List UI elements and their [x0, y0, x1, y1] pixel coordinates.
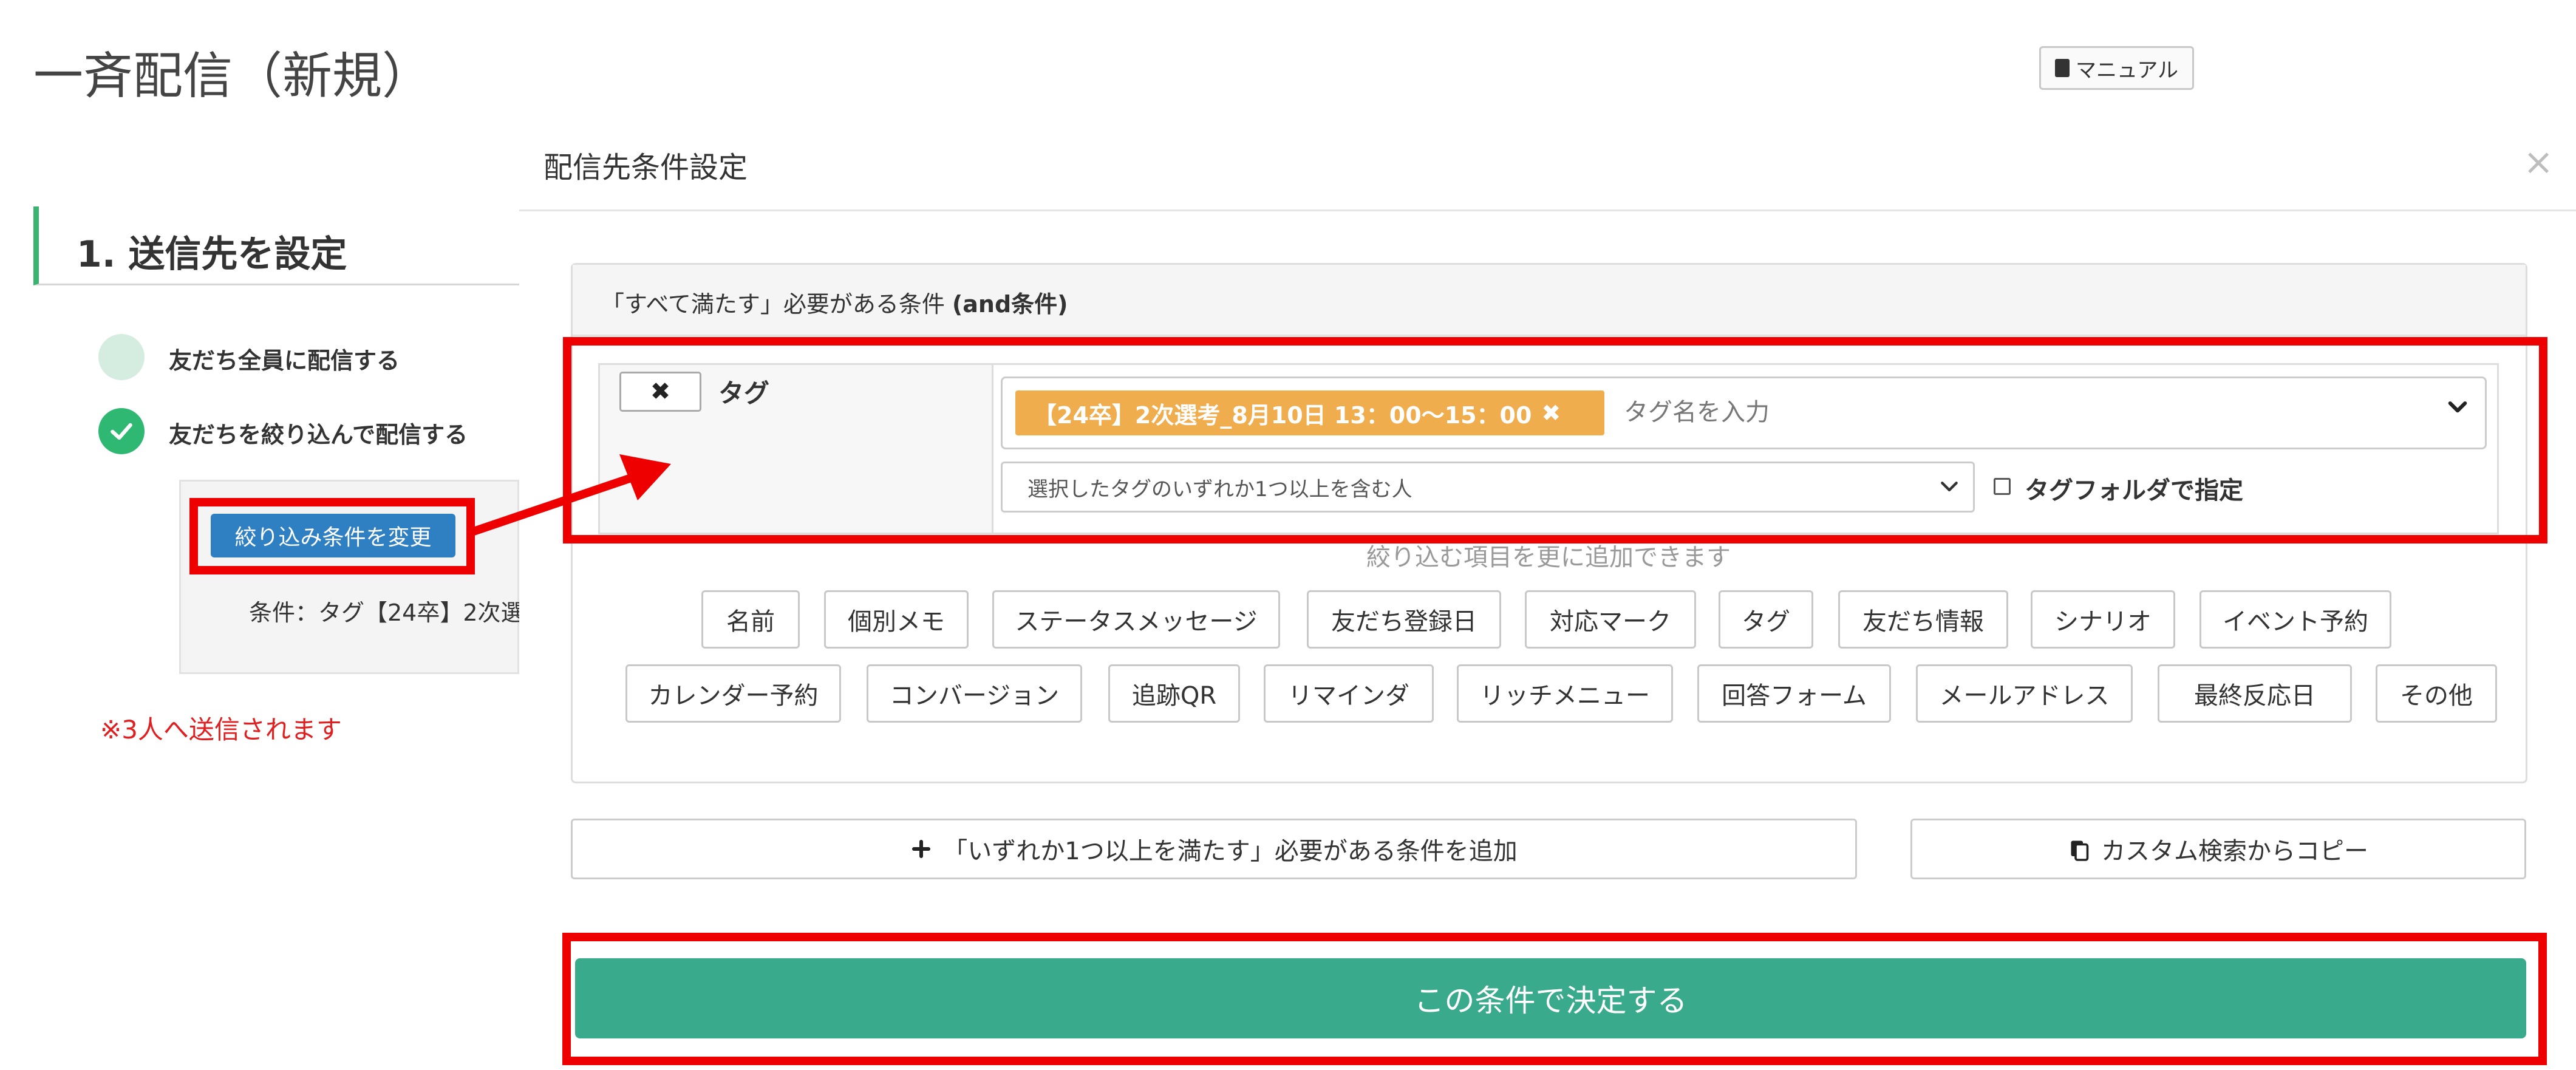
check-icon — [111, 423, 132, 440]
filter-item-button[interactable]: 最終反応日 — [2158, 664, 2352, 723]
add-or-condition-label: 「いずれか1つ以上を満たす」必要がある条件を追加 — [943, 837, 1518, 865]
annotation-highlight-submit — [562, 933, 2547, 1065]
manual-label: マニュアル — [2076, 58, 2178, 83]
manual-button[interactable]: マニュアル — [2039, 46, 2194, 90]
arrow-icon — [474, 454, 671, 536]
plus-icon — [912, 840, 931, 858]
filter-item-button[interactable]: メールアドレス — [1916, 664, 2133, 723]
filter-item-button[interactable]: 回答フォーム — [1697, 664, 1891, 723]
page-title: 一斉配信（新規） — [33, 47, 432, 105]
radio-all-friends[interactable] — [98, 334, 145, 380]
filter-item-button[interactable]: 名前 — [701, 590, 800, 649]
option-all-label: 友だち全員に配信する — [169, 347, 400, 374]
filter-item-button[interactable]: 追跡QR — [1108, 664, 1240, 723]
filter-item-button[interactable]: 友だち登録日 — [1307, 590, 1501, 649]
annotation-highlight-condition — [563, 337, 2547, 544]
step-title: 1. 送信先を設定 — [77, 233, 347, 276]
filter-item-button[interactable]: イベント予約 — [2199, 590, 2391, 649]
filter-item-button[interactable]: 対応マーク — [1525, 590, 1696, 649]
copy-icon — [2071, 840, 2089, 861]
modal-divider — [519, 210, 2576, 211]
copy-custom-search-label: カスタム検索からコピー — [2101, 837, 2368, 865]
close-icon[interactable]: × — [2523, 141, 2554, 183]
and-header-bold: (and条件) — [952, 291, 1068, 318]
and-condition-header-text: 「すべて満たす」必要がある条件 (and条件) — [601, 285, 1068, 319]
filter-item-button[interactable]: リマインダ — [1264, 664, 1434, 723]
book-icon — [2055, 59, 2070, 77]
filter-item-button[interactable]: コンバージョン — [867, 664, 1082, 723]
filter-item-button[interactable]: リッチメニュー — [1457, 664, 1673, 723]
filter-item-button[interactable]: 友だち情報 — [1838, 590, 2008, 649]
filter-item-button[interactable]: シナリオ — [2031, 590, 2175, 649]
filter-item-button[interactable]: 個別メモ — [824, 590, 969, 649]
filter-item-button[interactable]: ステータスメッセージ — [992, 590, 1280, 649]
step-heading: 1. 送信先を設定 — [33, 206, 519, 285]
annotation-highlight-filter-button — [189, 498, 475, 574]
option-filter-label: 友だちを絞り込んで配信する — [169, 421, 468, 448]
condition-summary: 条件：タグ【24卒】2次選 — [249, 599, 519, 626]
and-header-prefix: 「すべて満たす」必要がある条件 — [601, 291, 952, 318]
add-item-hint: 絞り込む項目を更に追加できます — [1366, 544, 1731, 571]
filter-item-button[interactable]: その他 — [2376, 664, 2497, 723]
filter-item-button[interactable]: カレンダー予約 — [625, 664, 841, 723]
copy-custom-search-button[interactable]: カスタム検索からコピー — [1910, 819, 2526, 879]
radio-filter-friends[interactable] — [98, 408, 145, 454]
add-or-condition-button[interactable]: 「いずれか1つ以上を満たす」必要がある条件を追加 — [571, 819, 1857, 879]
filter-item-button[interactable]: タグ — [1719, 590, 1813, 649]
modal-title: 配信先条件設定 — [543, 151, 748, 185]
recipient-count-warning: ※3人へ送信されます — [100, 715, 342, 745]
